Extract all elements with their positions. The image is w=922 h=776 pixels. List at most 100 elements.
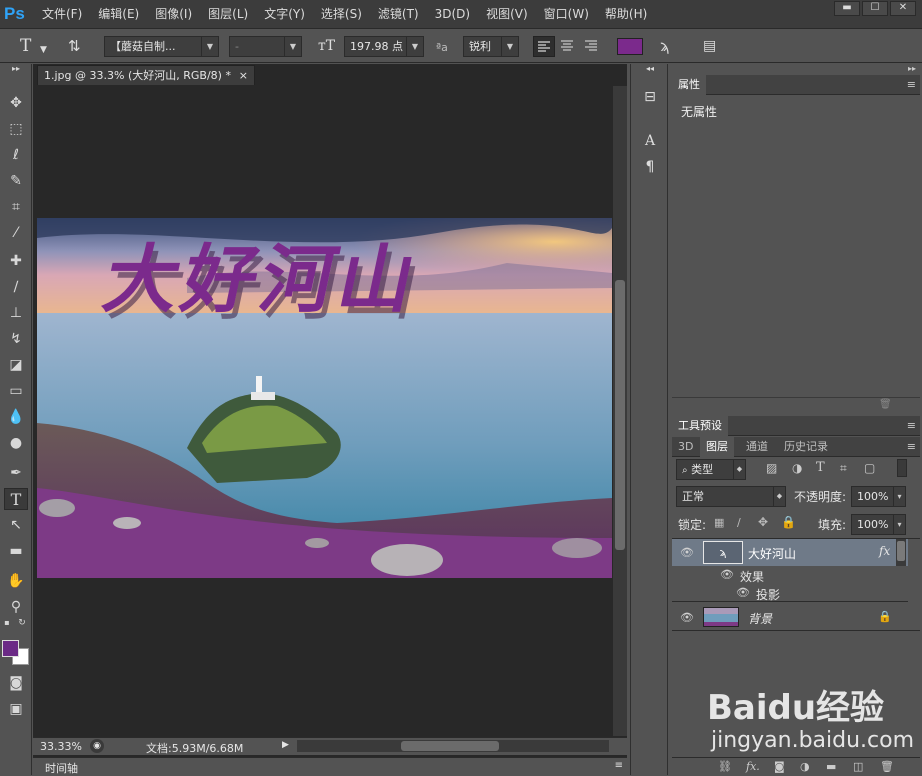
- effects-visibility-eye-icon[interactable]: 👁: [720, 568, 734, 582]
- menu-image[interactable]: 图像(I): [147, 0, 200, 29]
- filter-pixel-icon[interactable]: ▨: [766, 461, 777, 475]
- artwork-text[interactable]: 大好河山: [96, 220, 431, 327]
- type-tool-icon[interactable]: T: [4, 488, 28, 510]
- menu-help[interactable]: 帮助(H): [597, 0, 655, 29]
- lock-image-icon[interactable]: ∕: [737, 516, 741, 529]
- minimize-button[interactable]: ▬: [834, 1, 860, 16]
- menu-type[interactable]: 文字(Y): [256, 0, 313, 29]
- tab-properties[interactable]: 属性: [672, 75, 706, 95]
- marquee-tool-icon[interactable]: ⬚: [4, 118, 28, 140]
- zoom-tool-icon[interactable]: ⚲: [4, 596, 28, 618]
- eraser-tool-icon[interactable]: ◪: [4, 354, 28, 376]
- tab-history[interactable]: 历史记录: [778, 437, 834, 457]
- tab-channels[interactable]: 通道: [740, 437, 774, 457]
- document-tab[interactable]: 1.jpg @ 33.3% (大好河山, RGB/8) * ×: [37, 65, 255, 85]
- brush-tool-icon[interactable]: ∕: [4, 276, 28, 298]
- opacity-field[interactable]: 100% ▾: [851, 486, 906, 507]
- menu-select[interactable]: 选择(S): [313, 0, 370, 29]
- timeline-panel-tab[interactable]: 时间轴 ≡: [33, 757, 627, 775]
- trash-icon[interactable]: 🗑: [879, 399, 892, 410]
- antialias-select[interactable]: 锐利 ▼: [463, 36, 519, 57]
- screen-mode-icon[interactable]: ▣: [4, 698, 28, 720]
- filter-type-icon[interactable]: T: [816, 460, 825, 475]
- layer-effects-fx-icon[interactable]: fx: [879, 544, 890, 558]
- quick-mask-icon[interactable]: ◙: [4, 672, 28, 694]
- layers-scroll-thumb[interactable]: [897, 541, 905, 561]
- align-right-button[interactable]: [581, 36, 603, 57]
- menu-3d[interactable]: 3D(D): [427, 0, 478, 29]
- filter-adjustment-icon[interactable]: ◑: [792, 461, 802, 475]
- image-canvas[interactable]: 大好河山 大好河山: [37, 218, 612, 578]
- filter-shape-icon[interactable]: ⌗: [840, 461, 847, 476]
- filter-smart-object-icon[interactable]: ▢: [864, 461, 875, 475]
- horizontal-scroll-thumb[interactable]: [401, 741, 499, 751]
- lock-transparent-icon[interactable]: ▦: [714, 516, 724, 529]
- font-family-select[interactable]: 【蘑菇自制... ▼: [104, 36, 219, 57]
- tab-tool-presets[interactable]: 工具预设: [672, 416, 728, 436]
- font-style-select[interactable]: - ▼: [229, 36, 302, 57]
- layer-row-background[interactable]: 👁 背景 🔒: [672, 604, 920, 631]
- layer-effect-drop-shadow-row[interactable]: 👁 投影: [672, 584, 908, 602]
- swap-colors-icon[interactable]: ↻: [16, 618, 28, 628]
- tab-layers[interactable]: 图层: [700, 437, 734, 457]
- character-icon[interactable]: A: [638, 130, 662, 152]
- menu-view[interactable]: 视图(V): [478, 0, 536, 29]
- drop-shadow-visibility-eye-icon[interactable]: 👁: [736, 586, 750, 600]
- history-brush-tool-icon[interactable]: ↯: [4, 328, 28, 350]
- blur-tool-icon[interactable]: 💧: [4, 406, 28, 428]
- tool-preset-arrow-icon[interactable]: ▼: [40, 41, 47, 59]
- collapse-icon[interactable]: ▸▸: [908, 64, 916, 73]
- paragraph-icon[interactable]: ¶: [638, 156, 662, 178]
- tab-3d[interactable]: 3D: [672, 437, 699, 457]
- layer-filter-kind-select[interactable]: ⌕ 类型 ◆: [676, 459, 746, 480]
- hand-tool-icon[interactable]: ✋: [4, 570, 28, 592]
- font-size-select[interactable]: 197.98 点 ▼: [344, 36, 424, 57]
- visibility-eye-icon[interactable]: 👁: [680, 546, 694, 560]
- visibility-eye-icon[interactable]: 👁: [680, 611, 694, 625]
- warp-text-icon[interactable]: ϡ: [660, 37, 669, 55]
- collapse-icon[interactable]: ◂◂: [638, 64, 662, 74]
- fill-field[interactable]: 100% ▾: [851, 514, 906, 535]
- foreground-color-swatch[interactable]: [2, 640, 19, 657]
- layer-effects-row[interactable]: 👁 效果: [672, 566, 908, 584]
- quick-select-tool-icon[interactable]: ✎: [4, 170, 28, 192]
- eyedropper-tool-icon[interactable]: ⁄: [4, 222, 28, 244]
- healing-brush-tool-icon[interactable]: ✚: [4, 250, 28, 272]
- align-left-button[interactable]: [533, 36, 555, 57]
- gradient-tool-icon[interactable]: ▭: [4, 380, 28, 402]
- menu-edit[interactable]: 编辑(E): [90, 0, 147, 29]
- rectangle-tool-icon[interactable]: ▬: [4, 540, 28, 562]
- collapse-icon[interactable]: ▸▸: [4, 64, 28, 74]
- panel-collapse-bar[interactable]: ▸▸: [672, 64, 920, 74]
- move-tool-icon[interactable]: ✥: [4, 92, 28, 114]
- layer-name[interactable]: 背景: [748, 610, 772, 627]
- lock-all-icon[interactable]: 🔒: [781, 515, 796, 529]
- panel-menu-icon[interactable]: ≡: [907, 440, 916, 453]
- path-select-tool-icon[interactable]: ↖: [4, 514, 28, 536]
- vertical-scroll-thumb[interactable]: [615, 280, 625, 550]
- pen-tool-icon[interactable]: ✒: [4, 462, 28, 484]
- panel-menu-icon[interactable]: ≡: [907, 78, 916, 91]
- menu-layer[interactable]: 图层(L): [200, 0, 256, 29]
- maximize-button[interactable]: ☐: [862, 1, 888, 16]
- panel-menu-icon[interactable]: ≡: [615, 760, 623, 771]
- character-panel-icon[interactable]: ▤: [703, 37, 716, 55]
- clone-stamp-tool-icon[interactable]: ⊥: [4, 302, 28, 324]
- layer-name[interactable]: 大好河山: [748, 545, 796, 562]
- type-tool-icon[interactable]: T: [20, 37, 31, 55]
- zoom-level[interactable]: 33.33%: [40, 740, 82, 753]
- menu-file[interactable]: 文件(F): [34, 0, 90, 29]
- close-tab-icon[interactable]: ×: [239, 66, 248, 85]
- align-center-button[interactable]: [557, 36, 579, 57]
- lock-position-icon[interactable]: ✥: [758, 515, 768, 529]
- layer-row-text[interactable]: 👁 ϡ 大好河山 fx: [672, 539, 908, 566]
- close-button[interactable]: ✕: [890, 1, 916, 16]
- status-icon[interactable]: ◉: [90, 739, 104, 753]
- lasso-tool-icon[interactable]: ℓ: [4, 144, 28, 166]
- blend-mode-select[interactable]: 正常 ◆: [676, 486, 786, 507]
- menu-filter[interactable]: 滤镜(T): [370, 0, 427, 29]
- filter-toggle[interactable]: [897, 459, 907, 477]
- status-menu-arrow-icon[interactable]: ▶: [282, 740, 289, 750]
- panel-menu-icon[interactable]: ≡: [907, 419, 916, 432]
- crop-tool-icon[interactable]: ⌗: [4, 196, 28, 218]
